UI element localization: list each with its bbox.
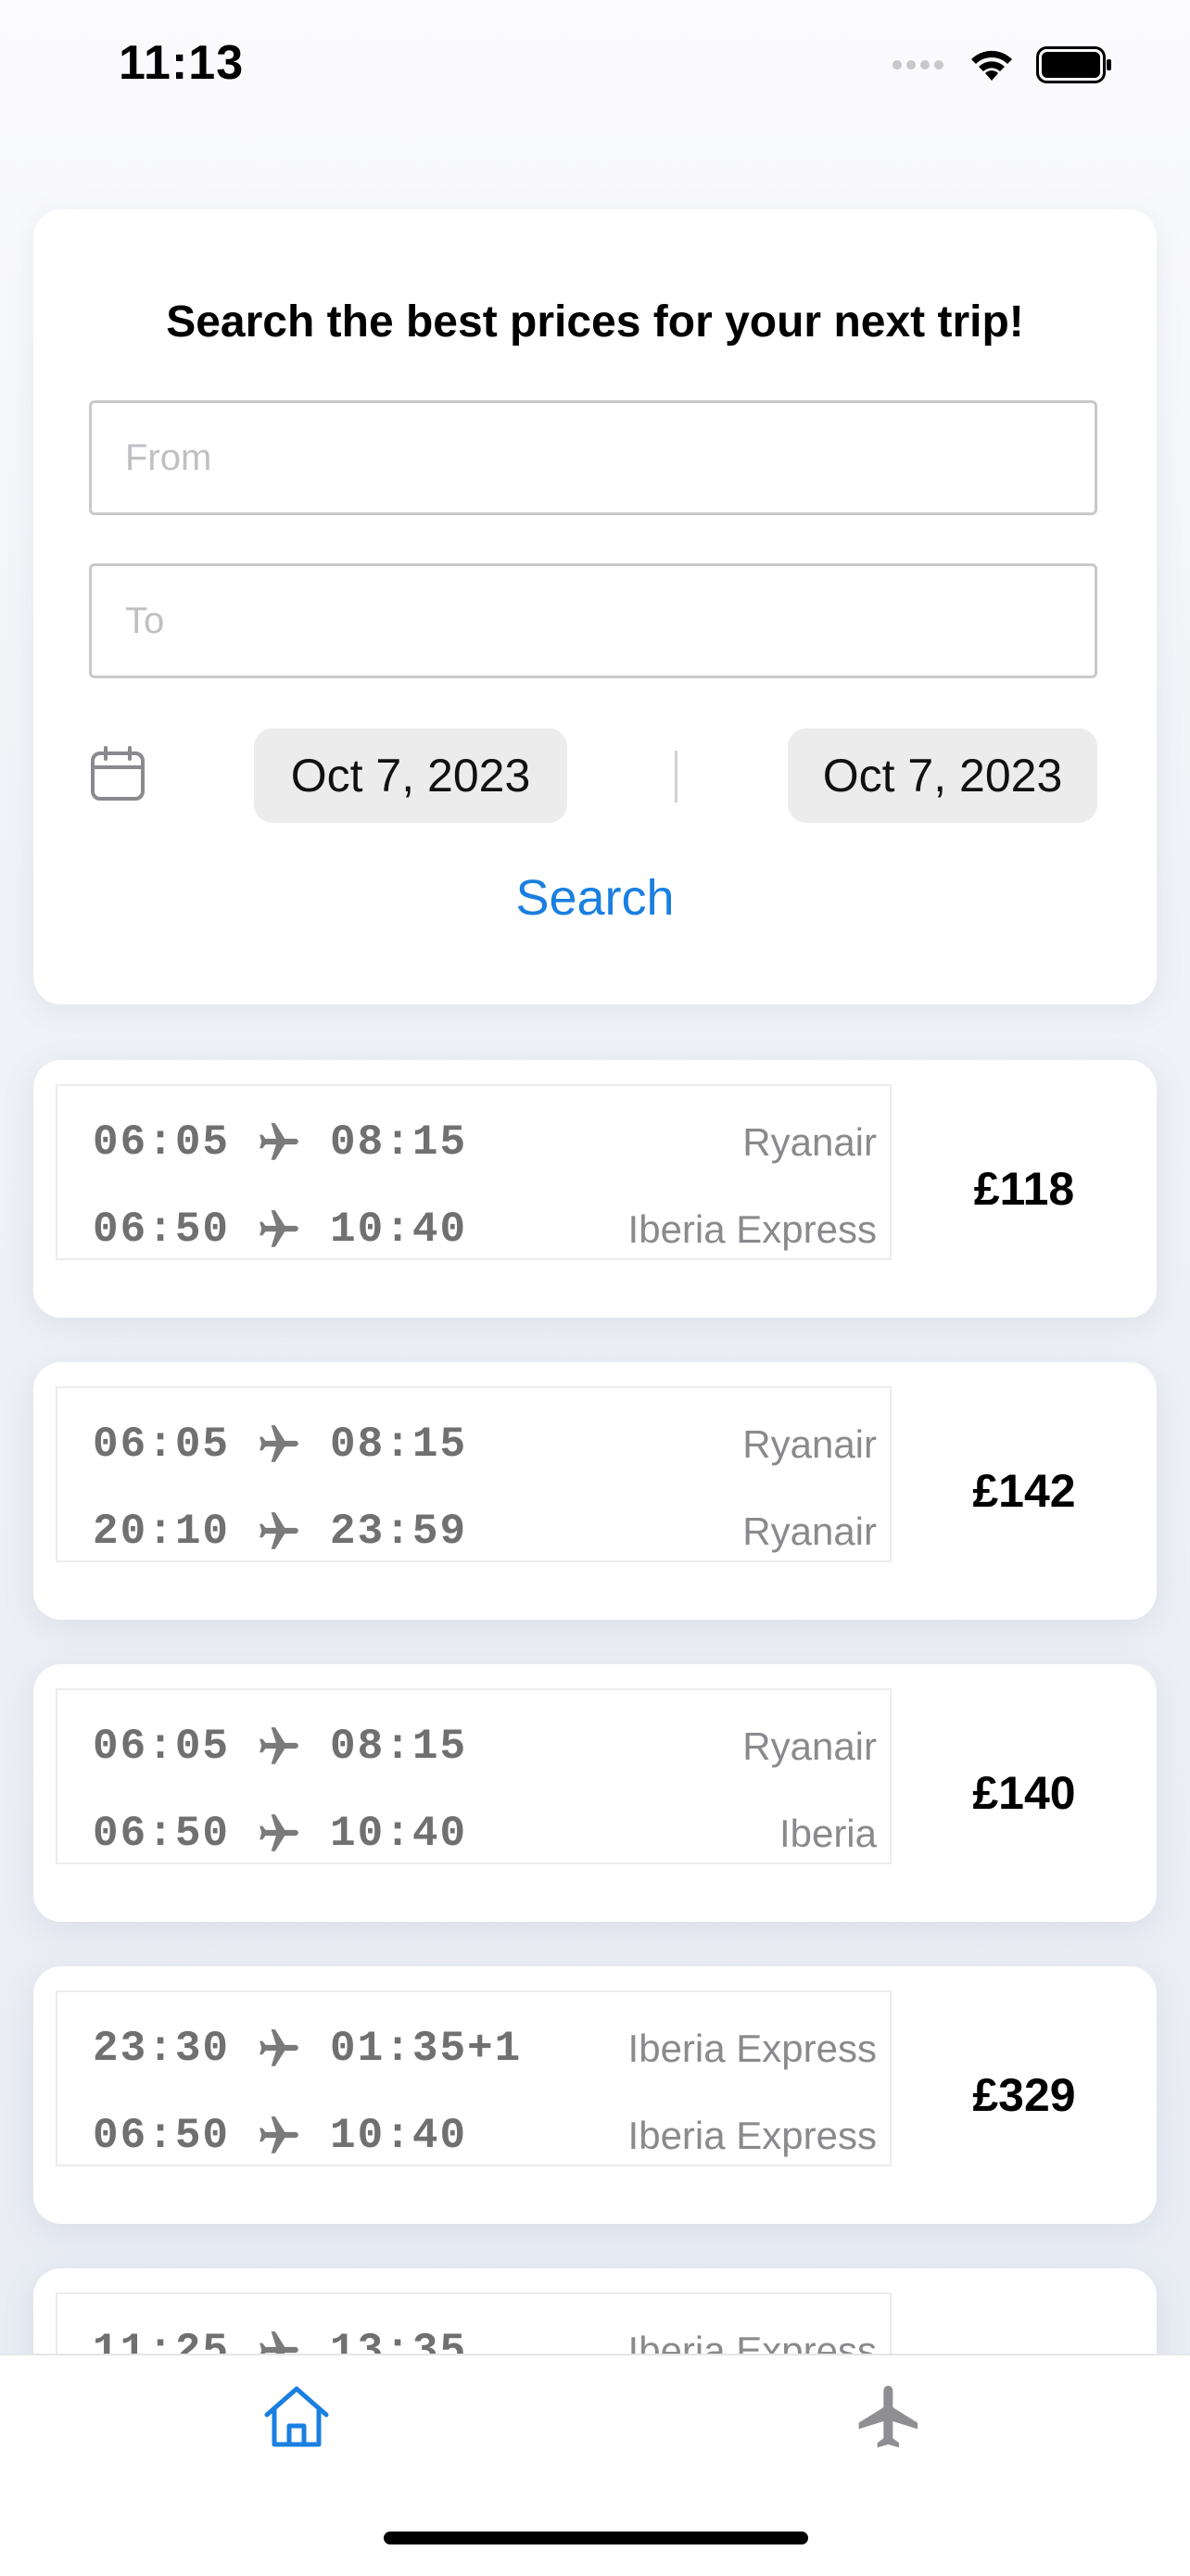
- status-time: 11:13: [119, 36, 245, 90]
- flight-legs: 06:05 08:15 Ryanair 06:50 10:40 Iberia E…: [56, 1084, 892, 1260]
- airline-name: Ryanair: [742, 1422, 877, 1466]
- price: £329: [972, 2069, 1076, 2121]
- wifi-icon: [971, 50, 1012, 81]
- departure-time: 06:05: [93, 1421, 231, 1469]
- status-icons: [892, 46, 1112, 83]
- calendar-icon: [91, 746, 145, 801]
- airplane-icon: [260, 2029, 298, 2066]
- airline-name: Ryanair: [742, 1509, 877, 1553]
- departure-time: 23:30: [93, 2025, 231, 2073]
- airline-name: Ryanair: [742, 1724, 877, 1768]
- airline-name: Iberia Express: [627, 2114, 877, 2157]
- arrival-time: 10:40: [330, 1206, 468, 1254]
- return-leg: 06:50 10:40 Iberia: [93, 1801, 877, 1866]
- from-input[interactable]: [89, 400, 1097, 515]
- arrival-time: 08:15: [330, 1421, 468, 1469]
- arrival-time: 01:35+1: [330, 2025, 523, 2073]
- airplane-icon: [260, 2116, 298, 2153]
- airplane-icon: [260, 1210, 298, 1247]
- home-indicator: [384, 2532, 808, 2544]
- departure-time: 06:05: [93, 1723, 231, 1771]
- arrival-time: 10:40: [330, 1810, 468, 1858]
- arrival-time: 08:15: [330, 1723, 468, 1771]
- arrival-time: 08:15: [330, 1118, 468, 1167]
- result-card[interactable]: 06:05 08:15 Ryanair 06:50 10:40 Iberia E…: [33, 1060, 1157, 1318]
- airplane-icon[interactable]: [853, 2380, 927, 2454]
- cellular-signal-icon: [892, 60, 943, 69]
- departure-time: 06:05: [93, 1118, 231, 1167]
- departure-time: 20:10: [93, 1508, 231, 1556]
- airline-name: Iberia Express: [627, 2027, 877, 2070]
- date-separator: [675, 751, 677, 802]
- search-card: Search the best prices for your next tri…: [33, 209, 1157, 1004]
- price: £118: [973, 1163, 1075, 1215]
- search-title: Search the best prices for your next tri…: [166, 297, 1024, 347]
- outbound-leg: 06:05 08:15 Ryanair: [93, 1110, 877, 1175]
- flight-legs: 23:30 01:35+1 Iberia Express 06:50 10:40…: [56, 1990, 892, 2166]
- flight-legs: 06:05 08:15 Ryanair 06:50 10:40 Iberia: [56, 1688, 892, 1864]
- outbound-leg: 06:05 08:15 Ryanair: [93, 1714, 877, 1779]
- arrival-time: 23:59: [330, 1508, 468, 1556]
- departure-time: 06:50: [93, 1810, 231, 1858]
- airplane-icon: [260, 1814, 298, 1851]
- airplane-icon: [260, 1123, 298, 1160]
- return-leg: 06:50 10:40 Iberia Express: [93, 2103, 877, 2168]
- end-date-picker[interactable]: Oct 7, 2023: [788, 728, 1097, 823]
- status-bar: 11:13: [0, 0, 1190, 130]
- airplane-icon: [260, 1425, 298, 1462]
- outbound-leg: 06:05 08:15 Ryanair: [93, 1412, 877, 1477]
- to-input[interactable]: [89, 563, 1097, 678]
- result-card[interactable]: 06:05 08:15 Ryanair 20:10 23:59 Ryanair …: [33, 1362, 1157, 1620]
- departure-time: 06:50: [93, 1206, 231, 1254]
- arrival-time: 10:40: [330, 2112, 468, 2160]
- start-date-picker[interactable]: Oct 7, 2023: [254, 728, 567, 823]
- home-icon[interactable]: [260, 2380, 334, 2454]
- price: £140: [972, 1767, 1076, 1819]
- result-card[interactable]: 23:30 01:35+1 Iberia Express 06:50 10:40…: [33, 1966, 1157, 2224]
- airplane-icon: [260, 1727, 298, 1764]
- search-button[interactable]: Search: [33, 869, 1157, 927]
- price: £142: [972, 1465, 1076, 1517]
- result-card[interactable]: 06:05 08:15 Ryanair 06:50 10:40 Iberia £…: [33, 1664, 1157, 1922]
- airline-name: Iberia: [779, 1812, 877, 1855]
- airplane-icon: [260, 1512, 298, 1549]
- outbound-leg: 23:30 01:35+1 Iberia Express: [93, 2016, 877, 2081]
- departure-time: 06:50: [93, 2112, 231, 2160]
- return-leg: 20:10 23:59 Ryanair: [93, 1499, 877, 1564]
- airline-name: Iberia Express: [627, 1207, 877, 1251]
- return-leg: 06:50 10:40 Iberia Express: [93, 1197, 877, 1262]
- battery-icon: [1036, 46, 1111, 83]
- airline-name: Ryanair: [742, 1120, 877, 1164]
- flight-legs: 06:05 08:15 Ryanair 20:10 23:59 Ryanair: [56, 1386, 892, 1562]
